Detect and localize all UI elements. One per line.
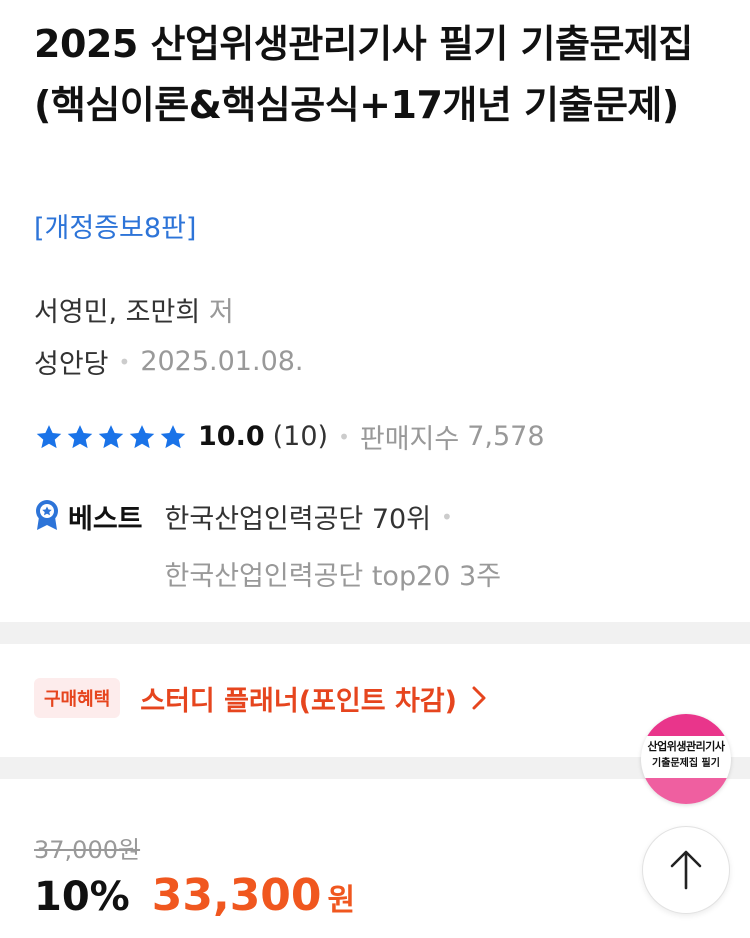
star-icon [160, 424, 186, 448]
rating-value: 10.0 [198, 421, 265, 452]
sales-index-value: 7,578 [467, 421, 545, 452]
publish-date: 2025.01.08. [140, 346, 304, 377]
separator-dot: • [118, 349, 131, 374]
scroll-to-top-button[interactable] [642, 826, 730, 914]
rating-count: (10) [272, 421, 329, 452]
best-rank-item[interactable]: 한국산업인력공단 top20 3주 [165, 554, 502, 593]
section-divider [0, 622, 750, 644]
section-divider [0, 757, 750, 779]
arrow-up-icon [670, 850, 702, 890]
benefit-badge: 구매혜택 [34, 678, 121, 718]
star-icon [67, 424, 93, 448]
best-rank-text[interactable]: 한국산업인력공단 top20 3주 [165, 554, 502, 593]
bestseller-row: 베스트 한국산업인력공단 70위 • 한국산업인력공단 top20 3주 [34, 497, 501, 593]
rating-stars [34, 422, 188, 452]
separator-dot: • [441, 504, 453, 529]
chevron-right-icon[interactable] [471, 685, 487, 711]
separator-dot: • [338, 424, 350, 449]
best-rank-text[interactable]: 한국산업인력공단 70위 [165, 497, 432, 536]
authors-line: 서영민, 조만희 저 [34, 290, 234, 329]
author-names[interactable]: 서영민, 조만희 [34, 297, 200, 328]
thumbnail-band [641, 778, 731, 804]
rating-row[interactable]: 10.0 (10) • 판매지수 7,578 [34, 417, 545, 456]
best-rank-item[interactable]: 한국산업인력공단 70위 • [165, 497, 502, 536]
star-icon [98, 424, 124, 448]
author-role: 저 [208, 297, 234, 328]
publisher-name[interactable]: 성안당 [34, 342, 109, 381]
star-icon [36, 424, 62, 448]
purchase-benefit-row[interactable]: 구매혜택 스터디 플래너(포인트 차감) [34, 678, 487, 718]
original-price: 37,000원 [34, 836, 141, 864]
thumbnail-band [641, 714, 731, 736]
price-row: 10% 33,300 원 [34, 870, 355, 921]
thumbnail-title: 산업위생관리기사 [647, 740, 725, 753]
discount-rate: 10% [34, 874, 130, 920]
thumbnail-subtitle: 기출문제집 필기 [652, 758, 720, 769]
publisher-line: 성안당 • 2025.01.08. [34, 342, 304, 381]
edition-label: [개정증보8판] [34, 213, 197, 244]
star-icon [129, 424, 155, 448]
sales-index-label: 판매지수 [359, 424, 460, 455]
currency-unit: 원 [327, 883, 356, 918]
best-label: 베스트 [68, 504, 143, 535]
best-badge-icon [36, 500, 58, 530]
benefit-text[interactable]: 스터디 플래너(포인트 차감) [140, 679, 457, 718]
product-info: 2025 산업위생관리기사 필기 기출문제집 (핵심이론&핵심공식+17개년 기… [0, 0, 750, 622]
final-price: 33,300 [151, 870, 322, 921]
book-thumbnail[interactable]: 산업위생관리기사 기출문제집 필기 [641, 714, 731, 804]
product-title: 2025 산업위생관리기사 필기 기출문제집 (핵심이론&핵심공식+17개년 기… [34, 22, 693, 127]
best-ranks: 한국산업인력공단 70위 • 한국산업인력공단 top20 3주 [165, 497, 502, 593]
